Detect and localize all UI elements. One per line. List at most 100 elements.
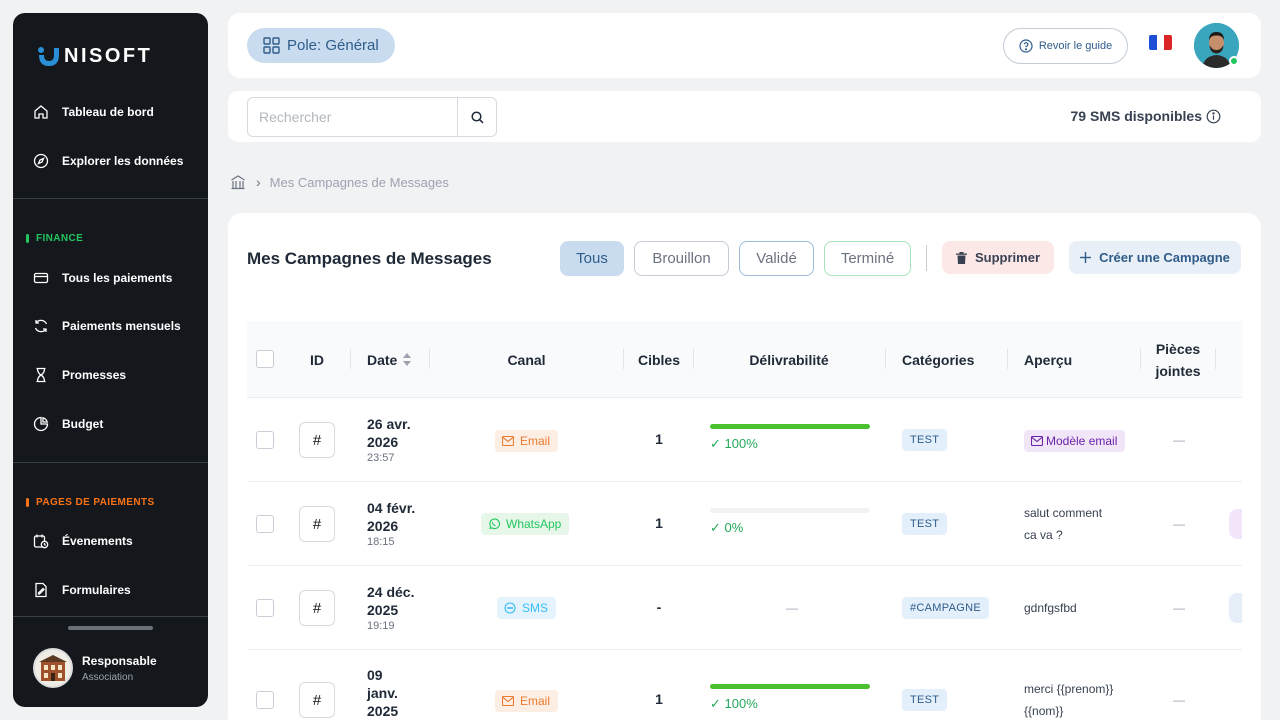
calendar-icon — [33, 534, 49, 549]
header-apercu: Aperçu — [1024, 351, 1073, 368]
sidebar-scroll-handle[interactable] — [68, 626, 153, 630]
table-row[interactable]: # 04 févr. 2026 18:15 WhatsApp 1 ✓ 0% TE… — [247, 482, 1242, 566]
campaigns-panel: Mes Campagnes de Messages Tous Brouillon… — [228, 213, 1261, 720]
top-bar: Pole: Général Revoir le guide — [228, 13, 1261, 78]
table-row[interactable]: # 26 avr. 2026 23:57 Email 1 ✓ 100% TEST… — [247, 398, 1242, 482]
create-campaign-button[interactable]: Créer une Campagne — [1069, 241, 1241, 274]
pole-selector[interactable]: Pole: Général — [247, 28, 395, 63]
row-id[interactable]: # — [299, 590, 335, 626]
sidebar-item-promises[interactable]: Promesses — [33, 367, 126, 383]
sidebar-item-all-payments[interactable]: Tous les paiements — [33, 270, 172, 286]
category-badge: TEST — [902, 689, 948, 711]
category-badge: TEST — [902, 429, 948, 451]
plus-icon — [1080, 252, 1092, 263]
unisoft-logo-icon — [38, 46, 59, 66]
chat-bubble-icon — [504, 602, 516, 614]
header-delivrabilite: Délivrabilité — [749, 351, 829, 368]
row-cibles: 1 — [655, 691, 663, 707]
category-badge: TEST — [902, 513, 948, 535]
sidebar-item-label: Tableau de bord — [62, 105, 154, 119]
header-cibles: Cibles — [637, 351, 680, 368]
campaigns-table: ID Date Canal Cibles Délivrabilité Catég… — [247, 321, 1242, 720]
table-row[interactable]: # 24 déc. 2025 19:19 SMS - — #CAMPAGNE g… — [247, 566, 1242, 650]
guide-button[interactable]: Revoir le guide — [1003, 28, 1128, 64]
sidebar-item-monthly-payments[interactable]: Paiements mensuels — [33, 318, 181, 334]
form-icon — [35, 582, 47, 598]
sidebar-item-label: Promesses — [62, 368, 127, 382]
french-flag-icon[interactable] — [1149, 35, 1172, 50]
deliverability-fill — [710, 424, 870, 429]
home-icon — [34, 105, 48, 119]
header-id: ID — [310, 351, 324, 368]
row-date-value: 09 janv. 2025 — [367, 667, 399, 719]
header-canal: Canal — [507, 351, 546, 368]
select-all-checkbox[interactable] — [256, 350, 274, 368]
canal-badge-email: Email — [495, 430, 559, 452]
row-checkbox[interactable] — [256, 515, 274, 533]
sidebar-divider — [13, 462, 208, 463]
row-cibles: - — [656, 599, 662, 615]
delete-button[interactable]: Supprimer — [942, 241, 1054, 274]
row-action-button[interactable] — [1229, 593, 1242, 623]
whatsapp-icon — [489, 518, 500, 530]
filter-tous[interactable]: Tous — [560, 241, 624, 276]
refresh-icon — [34, 319, 48, 333]
search-field — [247, 97, 497, 137]
row-pieces-jointes: — — [1173, 517, 1185, 531]
table-row[interactable]: # 09 janv. 2025 Email 1 ✓ 100% TEST merc… — [247, 650, 1242, 720]
brand-logo[interactable]: NISOFT — [37, 45, 152, 68]
sidebar-item-label: Paiements mensuels — [62, 319, 181, 333]
row-action-button[interactable] — [1229, 509, 1242, 539]
row-checkbox[interactable] — [256, 599, 274, 617]
association-avatar — [33, 648, 73, 688]
column-separator — [1007, 349, 1008, 369]
sidebar-item-forms[interactable]: Formulaires — [33, 582, 131, 598]
row-id[interactable]: # — [299, 506, 335, 542]
row-id[interactable]: # — [299, 682, 335, 718]
section-bar — [26, 234, 29, 243]
filter-label: Brouillon — [652, 250, 711, 267]
row-checkbox[interactable] — [256, 431, 274, 449]
section-title: PAGES DE PAIEMENTS — [36, 497, 155, 508]
sidebar-item-dashboard[interactable]: Tableau de bord — [33, 104, 154, 120]
header-date[interactable]: Date — [367, 321, 427, 398]
column-separator — [350, 349, 351, 369]
card-icon — [33, 272, 49, 284]
template-badge[interactable]: Modèle email — [1024, 430, 1126, 452]
filter-label: Tous — [576, 250, 608, 267]
building-icon — [39, 655, 67, 681]
row-cibles: 1 — [655, 431, 663, 447]
search-input[interactable] — [248, 98, 457, 136]
row-pieces-jointes: — — [1173, 433, 1185, 447]
row-date-value: 24 déc. 2025 — [367, 584, 415, 618]
sidebar-item-budget[interactable]: Budget — [33, 416, 103, 432]
section-payment-pages: PAGES DE PAIEMENTS — [26, 497, 155, 508]
compass-icon — [33, 153, 49, 169]
row-id[interactable]: # — [299, 422, 335, 458]
filter-termine[interactable]: Terminé — [824, 241, 911, 276]
trash-icon — [955, 251, 967, 264]
sidebar-item-explore[interactable]: Explorer les données — [33, 153, 183, 169]
header-pieces-jointes: Pièces jointes — [1155, 340, 1201, 379]
sort-icon[interactable] — [403, 353, 412, 366]
search-button[interactable] — [457, 98, 496, 136]
row-apercu: salut comment ca va ? — [1024, 506, 1103, 542]
create-label: Créer une Campagne — [1099, 250, 1230, 265]
sidebar: NISOFT Tableau de bord Explorer les donn… — [13, 13, 208, 707]
row-pieces-jointes: — — [1173, 693, 1185, 707]
sms-balance: 79 SMS disponibles — [1071, 108, 1221, 124]
section-finance: FINANCE — [26, 233, 83, 244]
page-title: Mes Campagnes de Messages — [247, 249, 492, 268]
filter-brouillon[interactable]: Brouillon — [634, 241, 729, 276]
bank-icon[interactable] — [230, 174, 246, 190]
info-icon[interactable] — [1206, 109, 1221, 124]
section-bar — [26, 498, 29, 507]
sidebar-divider — [13, 198, 208, 199]
deliverability-fill — [710, 684, 870, 689]
user-profile[interactable]: Responsable Association — [33, 648, 157, 688]
filter-label: Validé — [756, 250, 797, 267]
row-checkbox[interactable] — [256, 691, 274, 709]
filter-label: Terminé — [840, 250, 895, 267]
sidebar-item-events[interactable]: Évenements — [33, 533, 133, 549]
filter-valide[interactable]: Validé — [739, 241, 814, 276]
